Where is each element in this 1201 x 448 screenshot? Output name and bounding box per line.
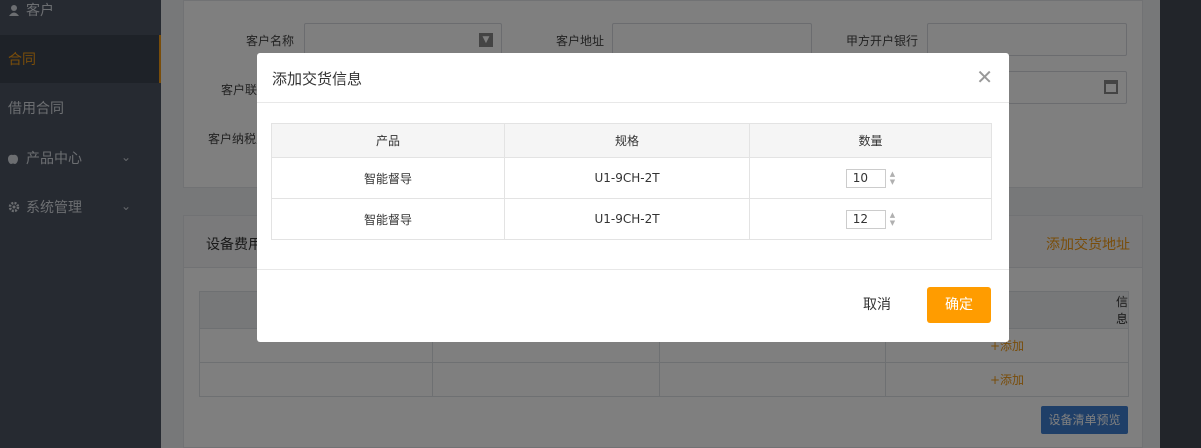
quantity-cell: 10 ▲ ▼ [749, 157, 992, 199]
quantity-stepper: 12 ▲ ▼ [845, 209, 895, 229]
column-header-spec: 规格 [504, 123, 750, 158]
spec-cell: U1-9CH-2T [504, 198, 750, 240]
add-delivery-info-modal: 添加交货信息 ✕ 产品 规格 数量 智能督导 U1-9CH-2T 10 ▲ ▼ 智… [257, 53, 1009, 342]
product-cell: 智能督导 [271, 157, 505, 199]
spinner-arrows-icon[interactable]: ▲ ▼ [890, 211, 895, 227]
delivery-table: 产品 规格 数量 智能督导 U1-9CH-2T 10 ▲ ▼ 智能督导 U1-9C… [271, 123, 992, 240]
spinner-arrows-icon[interactable]: ▲ ▼ [890, 170, 895, 186]
close-icon[interactable]: ✕ [976, 66, 993, 88]
column-header-quantity: 数量 [749, 123, 992, 158]
quantity-input[interactable]: 10 [845, 168, 886, 188]
modal-header: 添加交货信息 ✕ [257, 53, 1009, 103]
quantity-cell: 12 ▲ ▼ [749, 198, 992, 240]
column-header-product: 产品 [271, 123, 505, 158]
table-row: 智能督导 U1-9CH-2T 12 ▲ ▼ [271, 198, 992, 240]
confirm-button[interactable]: 确定 [927, 287, 991, 323]
product-cell: 智能督导 [271, 198, 505, 240]
quantity-input[interactable]: 12 [845, 209, 886, 229]
spec-cell: U1-9CH-2T [504, 157, 750, 199]
cancel-button[interactable]: 取消 [845, 287, 909, 323]
table-row: 智能督导 U1-9CH-2T 10 ▲ ▼ [271, 157, 992, 199]
quantity-stepper: 10 ▲ ▼ [845, 168, 895, 188]
modal-title: 添加交货信息 [272, 70, 363, 88]
modal-footer: 取消 确定 [257, 269, 1009, 342]
